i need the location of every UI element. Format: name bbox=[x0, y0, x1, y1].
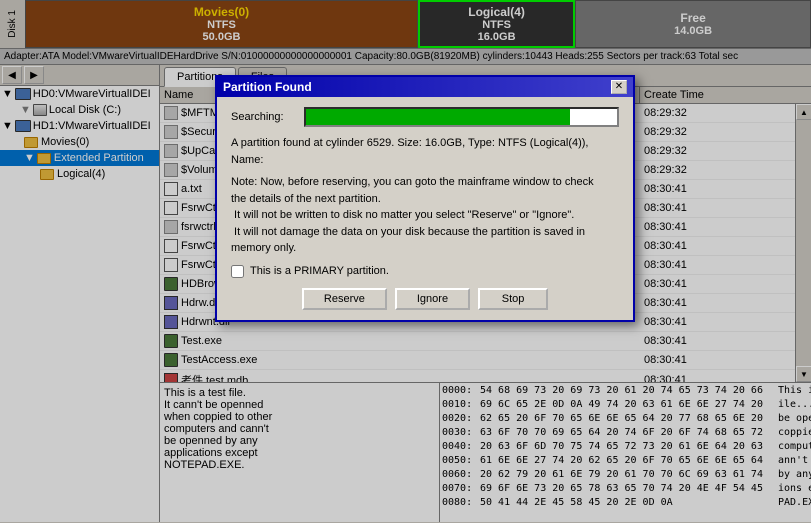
partition-found-modal: Partition Found ✕ Searching: A partition… bbox=[215, 75, 635, 322]
primary-partition-checkbox-row: This is a PRIMARY partition. bbox=[231, 265, 619, 278]
primary-partition-label: This is a PRIMARY partition. bbox=[250, 265, 389, 277]
modal-overlay: Partition Found ✕ Searching: A partition… bbox=[0, 0, 811, 523]
progress-bar-inner bbox=[306, 109, 570, 125]
reserve-button[interactable]: Reserve bbox=[302, 288, 387, 310]
modal-buttons: Reserve Ignore Stop bbox=[231, 288, 619, 310]
modal-found-text: A partition found at cylinder 6529. Size… bbox=[231, 135, 619, 168]
primary-partition-checkbox[interactable] bbox=[231, 265, 244, 278]
modal-close-button[interactable]: ✕ bbox=[611, 80, 627, 94]
searching-label: Searching: bbox=[231, 111, 296, 123]
stop-button[interactable]: Stop bbox=[478, 288, 548, 310]
modal-title: Partition Found bbox=[223, 80, 312, 94]
progress-bar-outer bbox=[304, 107, 619, 127]
modal-body: Searching: A partition found at cylinder… bbox=[217, 97, 633, 320]
modal-titlebar: Partition Found ✕ bbox=[217, 77, 633, 97]
ignore-button[interactable]: Ignore bbox=[395, 288, 470, 310]
modal-note-text: Note: Now, before reserving, you can got… bbox=[231, 174, 619, 257]
